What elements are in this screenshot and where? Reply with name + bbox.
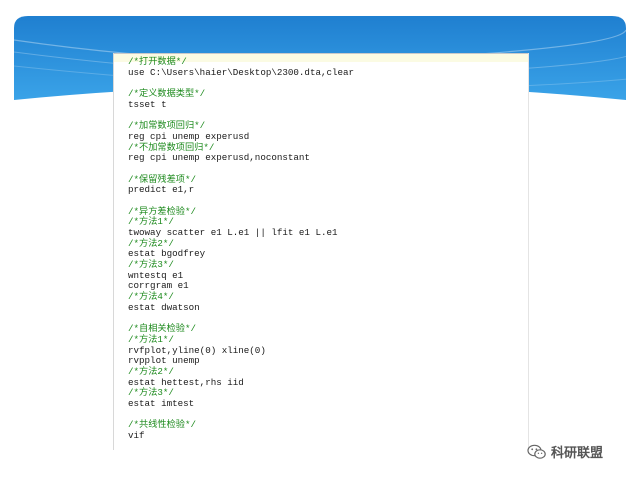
code-statement-line: predict e1,r xyxy=(128,184,195,196)
watermark-text: 科研联盟 xyxy=(551,446,604,461)
code-statement-line: use C:\Users\haier\Desktop\2300.dta,clea… xyxy=(128,66,355,78)
code-statement-line: reg cpi unemp experusd xyxy=(128,130,250,142)
code-comment-line: /*共线性检验*/ xyxy=(128,419,196,431)
code-statement-line: reg cpi unemp experusd,noconstant xyxy=(128,152,310,164)
code-statement-line: estat dwatson xyxy=(128,301,200,313)
code-content[interactable]: /*打开数据*/use C:\Users\haier\Desktop\2300.… xyxy=(128,56,355,442)
wechat-icon xyxy=(527,444,547,460)
code-statement-line: estat imtest xyxy=(128,398,195,409)
watermark: 科研联盟 xyxy=(527,442,603,461)
code-editor[interactable]: /*打开数据*/use C:\Users\haier\Desktop\2300.… xyxy=(113,53,529,450)
code-statement-line: vif xyxy=(128,430,145,442)
code-statement-line: tsset t xyxy=(128,98,167,110)
code-comment-line: /*方法1*/ xyxy=(128,333,174,345)
